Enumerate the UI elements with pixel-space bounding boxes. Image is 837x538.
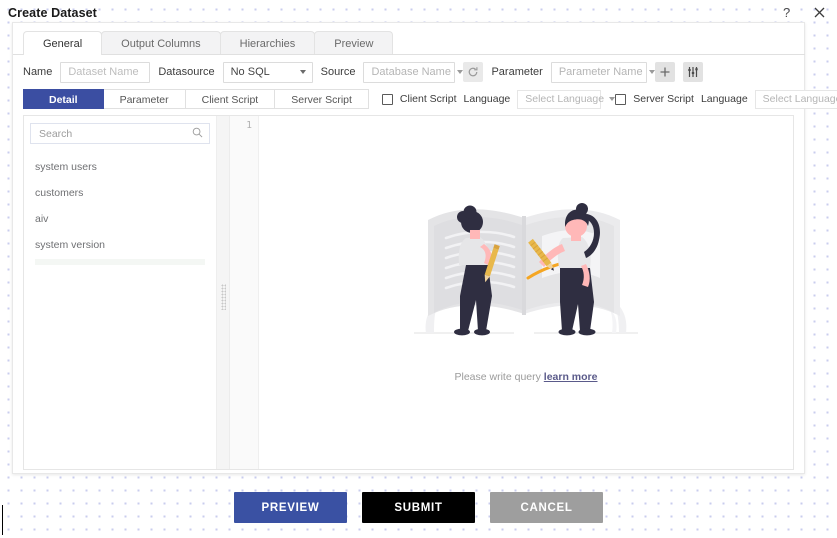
source-label: Source — [320, 66, 356, 78]
tab-hierarchies[interactable]: Hierarchies — [219, 31, 316, 55]
server-language-value: Select Language — [762, 93, 837, 105]
subtab-bar: Detail Parameter Client Script Server Sc… — [23, 89, 369, 109]
subtab-client-script[interactable]: Client Script — [184, 89, 276, 109]
list-item[interactable]: system users — [30, 154, 210, 180]
question-mark-icon[interactable]: ? — [781, 4, 797, 20]
client-script-option: Client Script Language Select Language — [381, 89, 616, 109]
server-language-label: Language — [700, 93, 748, 105]
dialog-footer: PREVIEW SUBMIT CANCEL — [0, 492, 837, 523]
datasource-select[interactable]: No SQL — [222, 61, 313, 83]
tab-general[interactable]: General — [23, 31, 103, 56]
datasource-label: Datasource — [158, 66, 215, 78]
list-item[interactable]: customers — [30, 180, 210, 206]
page-title: Create Dataset — [8, 6, 97, 20]
window-controls: ? — [781, 4, 827, 20]
server-script-checkbox[interactable] — [615, 93, 627, 105]
line-number-gutter: 1 — [230, 116, 259, 469]
search-placeholder: Search — [39, 127, 73, 140]
parameter-label: Parameter — [491, 66, 543, 78]
source-select[interactable]: Database Name — [363, 61, 463, 83]
tab-output-columns[interactable]: Output Columns — [101, 31, 221, 55]
write-query-illustration — [414, 203, 638, 336]
dataset-name-input[interactable]: Dataset Name — [60, 61, 151, 83]
chevron-down-icon — [299, 70, 306, 74]
submit-button[interactable]: SUBMIT — [362, 492, 475, 523]
server-script-label: Server Script — [633, 93, 694, 105]
empty-state-text: Please write query — [454, 371, 541, 383]
source-value: Database Name — [371, 66, 451, 78]
chevron-down-icon — [609, 97, 616, 101]
create-dataset-dialog: General Output Columns Hierarchies Previ… — [12, 22, 837, 474]
list-loading-placeholder — [35, 259, 205, 265]
server-script-option: Server Script Language Select Language — [615, 89, 837, 109]
refresh-icon[interactable] — [463, 62, 484, 82]
list-item[interactable]: aiv — [30, 206, 210, 232]
learn-more-link[interactable]: learn more — [544, 371, 598, 383]
panel-splitter[interactable] — [217, 116, 230, 469]
empty-state-message: Please write query learn more — [455, 371, 598, 383]
dataset-form-row: Name Dataset Name Datasource No SQL Sour… — [13, 55, 804, 88]
list-item[interactable]: system version — [30, 232, 210, 258]
text-cursor — [2, 505, 3, 535]
client-script-checkbox[interactable] — [381, 93, 393, 105]
client-language-select[interactable]: Select Language — [517, 89, 616, 109]
plus-icon[interactable] — [654, 62, 675, 82]
editor-panel: Search system users customers aiv system… — [23, 115, 794, 470]
object-sidebar: Search system users customers aiv system… — [24, 116, 217, 469]
sliders-icon[interactable] — [682, 62, 703, 82]
close-icon[interactable] — [811, 4, 827, 20]
search-icon — [192, 125, 203, 143]
parameter-value: Parameter Name — [558, 66, 643, 78]
parameter-select[interactable]: Parameter Name — [550, 61, 655, 83]
subtab-server-script[interactable]: Server Script — [274, 89, 369, 109]
datasource-value: No SQL — [230, 66, 270, 78]
search-input[interactable]: Search — [30, 123, 210, 144]
subtab-parameter[interactable]: Parameter — [102, 89, 186, 109]
chevron-down-icon — [456, 70, 463, 74]
client-language-value: Select Language — [525, 93, 605, 105]
svg-text:?: ? — [783, 6, 790, 19]
client-language-label: Language — [463, 93, 511, 105]
empty-state: Please write query learn more — [259, 186, 793, 383]
subtab-row: Detail Parameter Client Script Server Sc… — [13, 88, 837, 110]
cancel-button[interactable]: CANCEL — [490, 492, 603, 523]
object-list: system users customers aiv system versio… — [30, 154, 210, 265]
tab-bar: General Output Columns Hierarchies Previ… — [13, 31, 805, 56]
drag-handle-icon[interactable] — [221, 284, 226, 310]
preview-button[interactable]: PREVIEW — [234, 492, 347, 523]
name-label: Name — [23, 66, 53, 78]
query-editor[interactable]: Please write query learn more — [259, 116, 793, 469]
server-language-select[interactable]: Select Language — [754, 89, 837, 109]
tab-preview[interactable]: Preview — [314, 31, 394, 55]
chevron-down-icon — [648, 70, 655, 74]
subtab-detail[interactable]: Detail — [23, 89, 104, 109]
client-script-label: Client Script — [399, 93, 457, 105]
app-root: Create Dataset ? General Output Columns … — [0, 0, 837, 538]
